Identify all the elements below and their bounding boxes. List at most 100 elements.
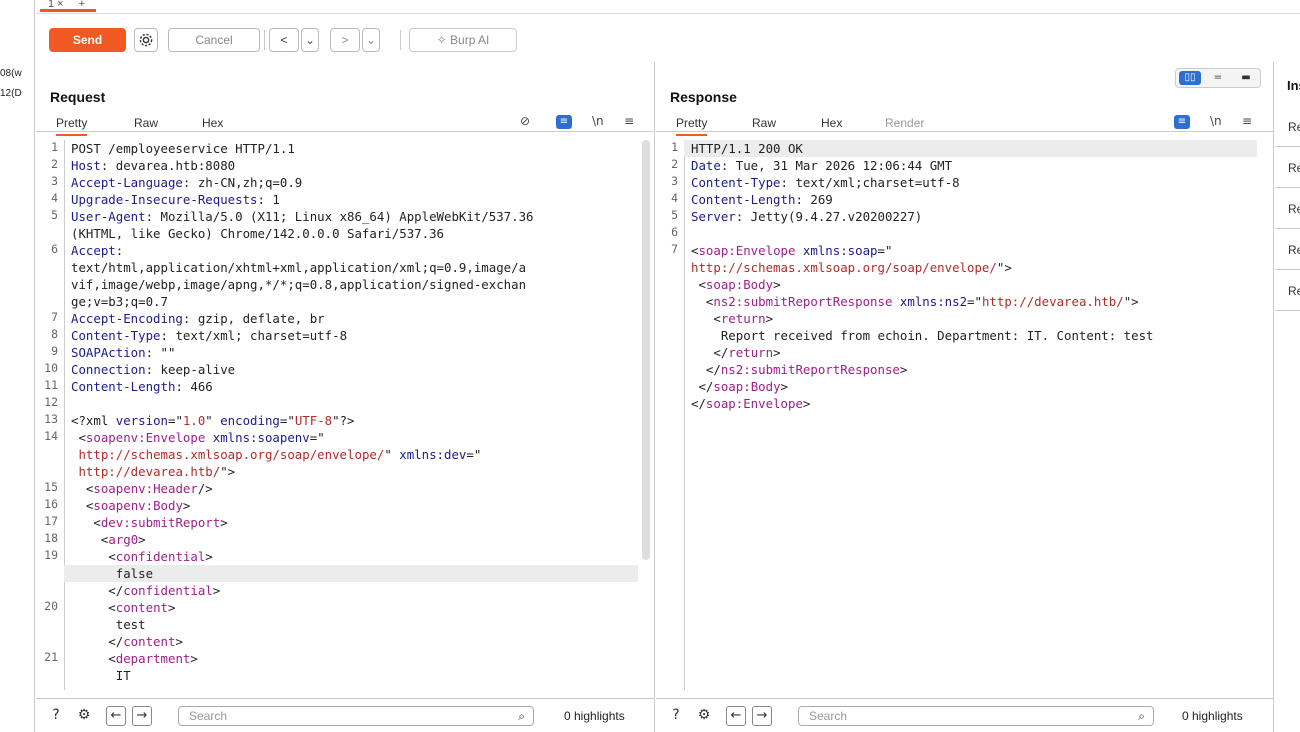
single-pane-icon[interactable]: ▬ [1235, 71, 1257, 85]
search-input[interactable]: Search ⌕ [798, 706, 1154, 726]
request-scrollbar[interactable] [642, 140, 650, 560]
hide-nonprintable-icon[interactable]: ⊘ [520, 114, 530, 128]
code-line[interactable]: </content> [71, 633, 183, 650]
code-line[interactable]: Accept: [71, 242, 123, 259]
code-line[interactable]: </return> [691, 344, 780, 361]
inspector-row[interactable]: Request query parameters [1275, 147, 1300, 188]
code-line[interactable]: Content-Length: 269 [691, 191, 833, 208]
code-line[interactable]: </soap:Envelope> [691, 395, 810, 412]
code-line[interactable]: http://schemas.xmlsoap.org/soap/envelope… [691, 259, 1012, 276]
tab-raw[interactable]: Raw [752, 116, 776, 130]
code-line[interactable]: Content-Type: text/xml; charset=utf-8 [71, 327, 347, 344]
forward-history-menu[interactable]: ⌄ [362, 28, 380, 52]
newline-icon[interactable]: \n [592, 114, 604, 128]
code-line[interactable]: <arg0> [71, 531, 146, 548]
code-line[interactable]: <ns2:submitReportResponse xmlns:ns2="htt… [691, 293, 1139, 310]
code-line[interactable]: IT [71, 667, 131, 684]
settings-button[interactable] [134, 28, 158, 52]
code-line[interactable]: <soapenv:Envelope xmlns:soapenv=" [71, 429, 324, 446]
help-icon[interactable]: ? [46, 706, 66, 726]
code-line[interactable]: <soap:Body> [691, 276, 780, 293]
line-number: 9 [51, 344, 58, 358]
help-icon[interactable]: ? [666, 706, 686, 726]
code-line[interactable]: HTTP/1.1 200 OK [691, 140, 803, 157]
response-tabs: Pretty Raw Hex Render ≡ \n ≡ [656, 110, 1273, 136]
split-horizontal-icon[interactable]: = [1207, 71, 1229, 85]
tab-pretty[interactable]: Pretty [56, 116, 88, 136]
previous-match-icon[interactable]: ← [726, 706, 746, 726]
tab-pretty[interactable]: Pretty [676, 116, 708, 136]
inspector-row-label: Request query parameters [1288, 161, 1300, 175]
split-vertical-icon[interactable]: ▯▯ [1179, 71, 1201, 85]
line-number: 20 [44, 599, 58, 613]
line-number-divider [64, 140, 65, 690]
code-line[interactable]: <dev:submitReport> [71, 514, 227, 531]
inspector-row[interactable]: Request body parameters [1275, 188, 1300, 229]
search-input[interactable]: Search ⌕ [178, 706, 534, 726]
inspector-row[interactable]: Request cookies [1275, 229, 1300, 270]
code-line[interactable]: </ns2:submitReportResponse> [691, 361, 907, 378]
settings-icon[interactable]: ⚙ [74, 706, 94, 726]
next-match-icon[interactable]: → [752, 706, 772, 726]
search-icon: ⌕ [518, 709, 525, 723]
tab-hex[interactable]: Hex [202, 116, 223, 130]
code-line[interactable]: http://devarea.htb/"> [71, 463, 235, 480]
inspector-row[interactable]: Request headers [1275, 270, 1300, 311]
tab-render[interactable]: Render [885, 116, 924, 130]
repeater-tab[interactable]: 1 × + [40, 0, 96, 12]
code-line[interactable]: Upgrade-Insecure-Requests: 1 [71, 191, 280, 208]
code-line[interactable]: <department> [71, 650, 198, 667]
forward-button[interactable]: > [330, 28, 360, 52]
code-line[interactable]: User-Agent: Mozilla/5.0 (X11; Linux x86_… [71, 208, 534, 225]
code-line[interactable]: <?xml version="1.0" encoding="UTF-8"?> [71, 412, 355, 429]
code-line[interactable]: POST /employeeservice HTTP/1.1 [71, 140, 295, 157]
back-history-menu[interactable]: ⌄ [301, 28, 319, 52]
line-number: 6 [51, 242, 58, 256]
code-line[interactable]: Content-Length: 466 [71, 378, 213, 395]
back-button[interactable]: < [269, 28, 299, 52]
previous-match-icon[interactable]: ← [106, 706, 126, 726]
menu-icon[interactable]: ≡ [624, 114, 634, 128]
response-editor[interactable]: 1 HTTP/1.1 200 OK 2 Date: Tue, 31 Mar 2026 … [656, 140, 1273, 690]
gutter-text: 12(D [0, 88, 22, 99]
code-line[interactable]: false [71, 565, 153, 582]
settings-icon[interactable]: ⚙ [694, 706, 714, 726]
line-number: 16 [44, 497, 58, 511]
code-line[interactable]: Accept-Language: zh-CN,zh;q=0.9 [71, 174, 302, 191]
code-line[interactable]: <soapenv:Header/> [71, 480, 213, 497]
code-line[interactable]: <return> [691, 310, 773, 327]
code-line[interactable]: ge;v=b3;q=0.7 [71, 293, 168, 310]
send-button[interactable]: Send [49, 28, 126, 52]
code-line[interactable]: </soap:Body> [691, 378, 788, 395]
cancel-button[interactable]: Cancel [168, 28, 260, 52]
next-match-icon[interactable]: → [132, 706, 152, 726]
code-line[interactable]: http://schemas.xmlsoap.org/soap/envelope… [71, 446, 481, 463]
code-line[interactable]: vif,image/webp,image/apng,*/*;q=0.8,appl… [71, 276, 526, 293]
inspector-row[interactable]: Request attributes [1275, 106, 1300, 147]
burp-ai-button[interactable]: ✧ Burp AI [409, 28, 517, 52]
newline-icon[interactable]: \n [1210, 114, 1222, 128]
code-line[interactable]: <soap:Envelope xmlns:soap=" [691, 242, 892, 259]
code-line[interactable]: <content> [71, 599, 175, 616]
request-editor[interactable]: 1 POST /employeeservice HTTP/1.1 2 Host: de… [36, 140, 654, 690]
code-line[interactable]: Connection: keep-alive [71, 361, 235, 378]
wrap-lines-icon[interactable]: ≡ [556, 115, 572, 129]
code-line[interactable]: Host: devarea.htb:8080 [71, 157, 235, 174]
code-line[interactable]: Server: Jetty(9.4.27.v20200227) [691, 208, 922, 225]
code-line[interactable]: SOAPAction: "" [71, 344, 175, 361]
code-line[interactable]: test [71, 616, 146, 633]
code-line[interactable]: (KHTML, like Gecko) Chrome/142.0.0.0 Saf… [71, 225, 444, 242]
code-line[interactable]: Content-Type: text/xml;charset=utf-8 [691, 174, 960, 191]
code-line[interactable]: Date: Tue, 31 Mar 2026 12:06:44 GMT [691, 157, 952, 174]
code-line[interactable]: text/html,application/xhtml+xml,applicat… [71, 259, 526, 276]
code-line[interactable]: <soapenv:Body> [71, 497, 190, 514]
tab-raw[interactable]: Raw [134, 116, 158, 130]
code-line[interactable]: Accept-Encoding: gzip, deflate, br [71, 310, 325, 327]
menu-icon[interactable]: ≡ [1242, 114, 1252, 128]
code-line[interactable]: Report received from echoin. Department:… [691, 327, 1154, 344]
code-line[interactable]: <confidential> [71, 548, 212, 565]
new-tab-button[interactable]: + [79, 0, 85, 10]
wrap-lines-icon[interactable]: ≡ [1174, 115, 1190, 129]
tab-hex[interactable]: Hex [821, 116, 842, 130]
code-line[interactable]: </confidential> [71, 582, 220, 599]
